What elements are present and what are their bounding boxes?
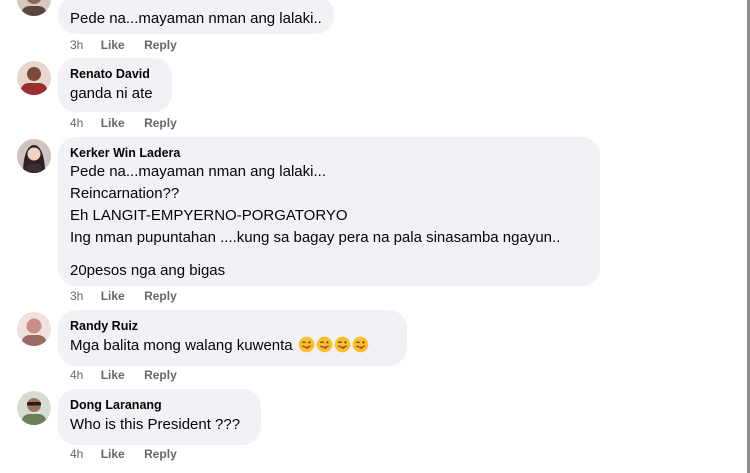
like-button[interactable]: Like: [101, 367, 125, 383]
avatar-image: [17, 0, 51, 16]
reply-button[interactable]: Reply: [144, 446, 177, 462]
comment-bubble: Renato David ganda ni ate: [58, 58, 172, 112]
comment-text-line: 20pesos nga ang bigas: [70, 262, 226, 279]
like-button[interactable]: Like: [101, 115, 125, 131]
comment-bubble: Dong Laranang Who is this President ???: [58, 389, 261, 445]
comment-bubble: Pede na...mayaman nman ang lalaki..: [58, 0, 334, 34]
winking-tongue-emoji-icon: [352, 336, 369, 353]
comment-timestamp[interactable]: 3h: [70, 288, 83, 304]
comment-timestamp[interactable]: 4h: [70, 367, 83, 383]
winking-tongue-emoji-icon: [298, 336, 315, 353]
avatar-image: [17, 391, 51, 425]
comment-text: Pede na...mayaman nman ang lalaki..: [70, 10, 322, 27]
comment-text-content: Mga balita mong walang kuwenta: [70, 337, 293, 354]
comment-text-line: Ing nman pupuntahan ....kung sa bagay pe…: [70, 229, 561, 246]
comment-text-line: Pede na...mayaman nman ang lalaki...: [70, 163, 326, 180]
comment-actions: 3h Like Reply: [70, 288, 193, 304]
comment-actions: 3h Like Reply: [70, 37, 193, 53]
comment-text: Mga balita mong walang kuwenta: [70, 336, 395, 356]
comment-timestamp[interactable]: 3h: [70, 37, 83, 53]
comment-text: ganda ni ate: [70, 85, 153, 102]
like-button[interactable]: Like: [101, 446, 125, 462]
comment-author[interactable]: Dong Laranang: [70, 397, 249, 413]
comment-author[interactable]: Renato David: [70, 66, 160, 82]
avatar[interactable]: [17, 391, 51, 425]
avatar-image: [17, 139, 51, 173]
comment-actions: 4h Like Reply: [70, 446, 193, 462]
comment-author[interactable]: Kerker Win Ladera: [70, 145, 588, 161]
comment-text-line: Reincarnation??: [70, 185, 180, 202]
avatar[interactable]: [17, 61, 51, 95]
reply-button[interactable]: Reply: [144, 367, 177, 383]
reply-button[interactable]: Reply: [144, 288, 177, 304]
comment-bubble: Kerker Win Ladera Pede na...mayaman nman…: [58, 137, 600, 286]
comment-actions: 4h Like Reply: [70, 367, 193, 383]
winking-tongue-emoji-icon: [316, 336, 333, 353]
like-button[interactable]: Like: [101, 37, 125, 53]
avatar-image: [17, 312, 51, 346]
comment-text-line: Eh LANGIT-EMPYERNO-PORGATORYO: [70, 207, 348, 224]
comment-actions: 4h Like Reply: [70, 115, 193, 131]
winking-tongue-emoji-icon: [334, 336, 351, 353]
comment-timestamp[interactable]: 4h: [70, 115, 83, 131]
avatar[interactable]: [17, 0, 51, 16]
avatar-image: [17, 61, 51, 95]
comment-text: Who is this President ???: [70, 416, 241, 433]
avatar[interactable]: [17, 139, 51, 173]
comment-timestamp[interactable]: 4h: [70, 446, 83, 462]
reply-button[interactable]: Reply: [144, 115, 177, 131]
like-button[interactable]: Like: [101, 288, 125, 304]
comment-bubble: Randy Ruiz Mga balita mong walang kuwent…: [58, 310, 407, 366]
comment-author[interactable]: Randy Ruiz: [70, 318, 395, 334]
reply-button[interactable]: Reply: [144, 37, 177, 53]
avatar[interactable]: [17, 312, 51, 346]
